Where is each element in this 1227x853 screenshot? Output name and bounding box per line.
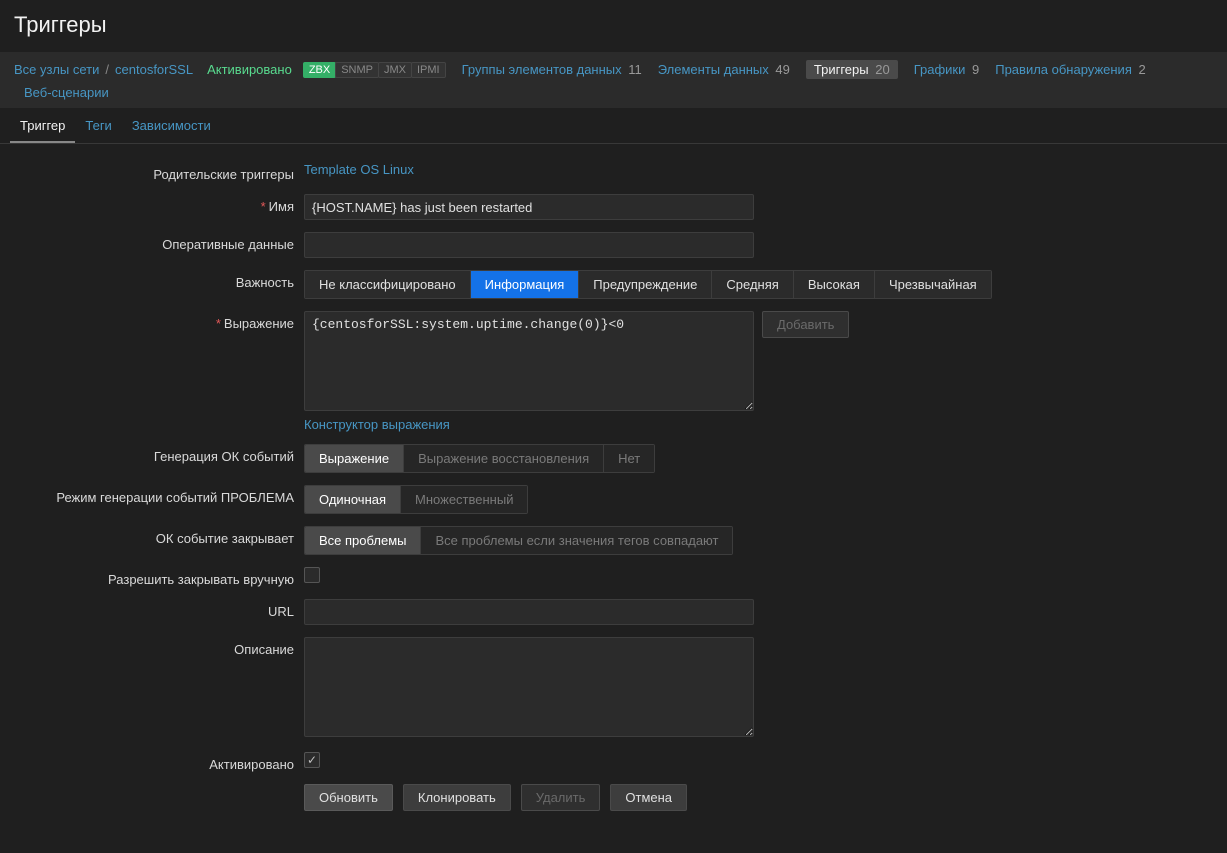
nav-web-link[interactable]: Веб-сценарии (24, 85, 109, 100)
ok-generation-selector: Выражение Выражение восстановления Нет (304, 444, 655, 473)
nav-graphs-count: 9 (972, 62, 979, 77)
okgen-expression[interactable]: Выражение (305, 445, 404, 472)
cancel-button[interactable]: Отмена (610, 784, 687, 811)
update-button[interactable]: Обновить (304, 784, 393, 811)
nav-triggers-count: 20 (875, 62, 889, 77)
description-textarea[interactable] (304, 637, 754, 737)
trigger-form: Родительские триггеры Template OS Linux … (0, 144, 1227, 853)
probmode-single[interactable]: Одиночная (305, 486, 401, 513)
nav-items[interactable]: Элементы данных 49 (658, 62, 790, 77)
breadcrumb-all-hosts[interactable]: Все узлы сети (14, 62, 99, 77)
opdata-input[interactable] (304, 232, 754, 258)
opdata-label: Оперативные данные (14, 232, 304, 252)
problem-mode-label: Режим генерации событий ПРОБЛЕМА (14, 485, 304, 505)
nav-items-count: 49 (775, 62, 789, 77)
severity-warning[interactable]: Предупреждение (579, 271, 712, 298)
severity-high[interactable]: Высокая (794, 271, 875, 298)
nav-applications-count: 11 (628, 62, 642, 77)
ok-closes-label: ОК событие закрывает (14, 526, 304, 546)
expression-textarea[interactable]: {centosforSSL:system.uptime.change(0)}<0 (304, 311, 754, 411)
severity-average[interactable]: Средняя (712, 271, 793, 298)
ok-generation-label: Генерация ОК событий (14, 444, 304, 464)
breadcrumb-separator: / (105, 62, 109, 77)
nav-graphs[interactable]: Графики 9 (914, 62, 980, 77)
severity-not-classified[interactable]: Не классифицировано (305, 271, 471, 298)
manual-close-label: Разрешить закрывать вручную (14, 567, 304, 587)
nav-applications[interactable]: Группы элементов данных 11 (462, 62, 642, 77)
nav-triggers[interactable]: Триггеры 20 (806, 60, 898, 79)
enabled-checkbox[interactable] (304, 752, 320, 768)
iface-jmx-badge: JMX (378, 62, 412, 78)
nav-discovery-link[interactable]: Правила обнаружения (995, 62, 1132, 77)
form-tabs: Триггер Теги Зависимости (0, 108, 1227, 144)
expression-label: *Выражение (14, 311, 304, 331)
nav-triggers-label: Триггеры (814, 62, 869, 77)
iface-snmp-badge: SNMP (335, 62, 379, 78)
interface-badges: ZBX SNMP JMX IPMI (304, 62, 446, 78)
host-navigation-bar: Все узлы сети / centosforSSL Активирован… (0, 52, 1227, 108)
host-status: Активировано (207, 62, 292, 77)
clone-button[interactable]: Клонировать (403, 784, 511, 811)
description-label: Описание (14, 637, 304, 657)
tab-tags[interactable]: Теги (75, 108, 121, 143)
tab-trigger[interactable]: Триггер (10, 108, 75, 143)
ok-closes-selector: Все проблемы Все проблемы если значения … (304, 526, 733, 555)
parent-trigger-link[interactable]: Template OS Linux (304, 162, 414, 177)
page-title: Триггеры (0, 0, 1227, 52)
nav-items-link[interactable]: Элементы данных (658, 62, 769, 77)
nav-discovery[interactable]: Правила обнаружения 2 (995, 62, 1145, 77)
nav-applications-link[interactable]: Группы элементов данных (462, 62, 622, 77)
enabled-label: Активировано (14, 752, 304, 772)
delete-button[interactable]: Удалить (521, 784, 601, 811)
manual-close-checkbox[interactable] (304, 567, 320, 583)
name-input[interactable] (304, 194, 754, 220)
expression-constructor-link[interactable]: Конструктор выражения (304, 417, 450, 432)
problem-mode-selector: Одиночная Множественный (304, 485, 528, 514)
parent-triggers-label: Родительские триггеры (14, 162, 304, 182)
url-input[interactable] (304, 599, 754, 625)
tab-dependencies[interactable]: Зависимости (122, 108, 221, 143)
nav-web[interactable]: Веб-сценарии (24, 85, 109, 100)
nav-discovery-count: 2 (1138, 62, 1145, 77)
nav-graphs-link[interactable]: Графики (914, 62, 966, 77)
okgen-none[interactable]: Нет (604, 445, 654, 472)
severity-disaster[interactable]: Чрезвычайная (875, 271, 991, 298)
probmode-multiple[interactable]: Множественный (401, 486, 527, 513)
okclose-tags[interactable]: Все проблемы если значения тегов совпада… (421, 527, 732, 554)
breadcrumb-host[interactable]: centosforSSL (115, 62, 193, 77)
okclose-all[interactable]: Все проблемы (305, 527, 421, 554)
severity-information[interactable]: Информация (471, 271, 580, 298)
expression-add-button[interactable]: Добавить (762, 311, 849, 338)
name-label: *Имя (14, 194, 304, 214)
severity-label: Важность (14, 270, 304, 290)
iface-zbx-badge: ZBX (303, 62, 336, 78)
url-label: URL (14, 599, 304, 619)
iface-ipmi-badge: IPMI (411, 62, 446, 78)
severity-selector: Не классифицировано Информация Предупреж… (304, 270, 992, 299)
okgen-recovery[interactable]: Выражение восстановления (404, 445, 604, 472)
